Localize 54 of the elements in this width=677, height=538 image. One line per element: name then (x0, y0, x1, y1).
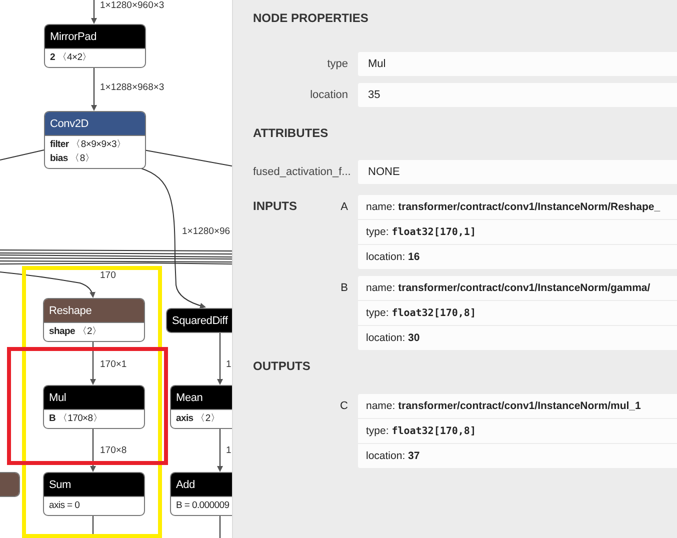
argument-location: location: 30 (365, 331, 421, 346)
graph-node[interactable]: SquaredDiff (166, 308, 232, 333)
argument-type: type: float32[170,8] (358, 419, 677, 444)
property-label: location (309, 88, 348, 103)
argument-type: type: float32[170,8] (358, 301, 677, 326)
edge-label: 1 (226, 359, 232, 370)
attribute-value: NONE (358, 160, 677, 184)
argument-name: name: transformer/contract/conv1/InstanceNorm/gamma/ (358, 276, 677, 301)
graph-node[interactable]: Mean axis 〈2〉 (170, 385, 232, 429)
node-title: MirrorPad (50, 30, 96, 42)
argument-name: name: transformer/contract/conv1/InstanceNorm/Reshape_ (358, 195, 677, 220)
graph-node[interactable]: Add B = 0.000009 (170, 472, 232, 516)
node-title: Conv2D (50, 118, 89, 130)
edge-label: 1×1280×96 (182, 226, 230, 237)
section-title: ATTRIBUTES (253, 125, 330, 141)
node-title: Mean (176, 392, 203, 404)
node-attribute: filter 〈8×9×9×3〉 (50, 138, 128, 152)
node-attribute: B = 0.000009 (176, 499, 230, 513)
graph-node[interactable]: Sum axis = 0 (43, 472, 145, 516)
edge-label: 1×1280×960×3 (100, 0, 164, 11)
node-title: Reshape (49, 304, 92, 316)
edge-label: 1 (226, 445, 232, 456)
property-value: 35 (358, 83, 677, 107)
graph-node[interactable]: Mul B 〈170×8〉 (43, 385, 145, 429)
section-title: INPUTS (253, 198, 298, 215)
argument-letter: B (340, 281, 348, 296)
edge-label: 170×1 (100, 359, 127, 370)
argument-type: type: float32[170,1] (358, 220, 677, 245)
attribute-label: fused_activation_f... (253, 165, 348, 180)
node-attribute: axis 〈2〉 (176, 412, 222, 426)
argument-letter: A (340, 200, 348, 215)
edge-label: 170 (100, 270, 116, 281)
property-label: type (326, 57, 348, 72)
node-attribute: axis = 0 (49, 499, 81, 513)
node-attribute: shape 〈2〉 (49, 325, 103, 339)
node-attribute: B 〈170×8〉 (49, 412, 104, 426)
argument-letter: C (339, 399, 348, 414)
node-attribute: 2 〈4×2〉 (50, 51, 93, 65)
node-attribute: bias 〈8〉 (50, 152, 96, 166)
argument-location: location: 37 (365, 449, 421, 464)
argument-location: location: 16 (365, 250, 421, 265)
edge-label: 170×8 (100, 445, 127, 456)
node-title: Add (176, 478, 195, 490)
section-title: OUTPUTS (253, 358, 312, 374)
graph-node[interactable]: Reshape shape 〈2〉 (43, 298, 145, 342)
section-title: NODE PROPERTIES (253, 10, 370, 26)
argument-name: name: transformer/contract/conv1/InstanceNorm/mul_1 (358, 394, 677, 419)
node-title: SquaredDiff (172, 314, 228, 326)
property-value: Mul (358, 52, 677, 76)
graph-node[interactable]: Conv2D filter 〈8×9×9×3〉 bias 〈8〉 (44, 111, 146, 169)
edge-label: 1×1288×968×3 (100, 82, 164, 93)
node-title: Sum (49, 478, 72, 490)
graph-node[interactable]: MirrorPad 2 〈4×2〉 (44, 24, 146, 68)
node-title: Mul (49, 392, 66, 404)
